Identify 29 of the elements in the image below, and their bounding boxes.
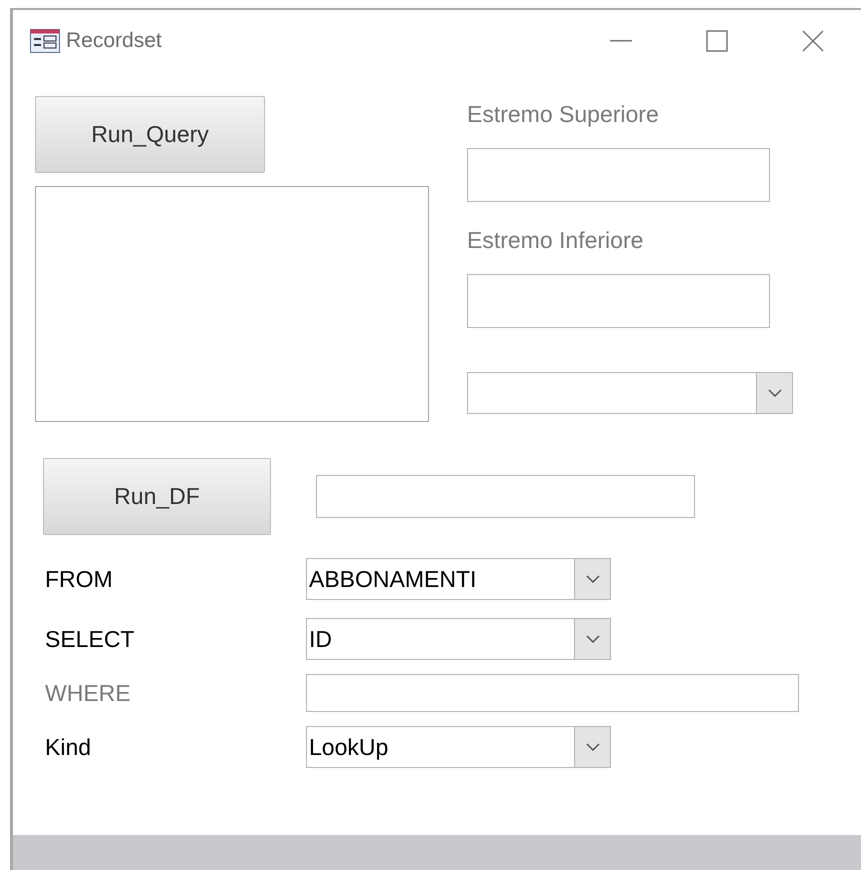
input-field[interactable] <box>306 674 799 712</box>
input-field[interactable] <box>467 274 770 328</box>
field-label: Estremo Superiore <box>467 100 660 128</box>
input-field[interactable] <box>467 148 770 202</box>
combo-box[interactable] <box>467 372 793 414</box>
field-label: WHERE <box>44 679 132 707</box>
caret-icon <box>586 634 600 644</box>
run-query-button[interactable]: Run_Query <box>35 96 265 173</box>
field-label: Kind <box>44 733 92 761</box>
caret-icon <box>586 574 600 584</box>
form-icon <box>30 29 60 53</box>
dropdown-button[interactable] <box>574 559 610 599</box>
combo-box[interactable]: LookUp <box>306 726 611 768</box>
caret-icon <box>586 742 600 752</box>
field-label: FROM <box>44 565 114 593</box>
minimize-icon <box>610 40 632 42</box>
dropdown-button[interactable] <box>574 727 610 767</box>
run-df-button[interactable]: Run_DF <box>43 458 271 535</box>
caret-icon <box>768 388 782 398</box>
window-title: Recordset <box>66 28 162 54</box>
field-label: Estremo Inferiore <box>467 226 644 254</box>
field-label: SELECT <box>44 625 136 653</box>
dropdown-button[interactable] <box>574 619 610 659</box>
combo-box[interactable]: ABBONAMENTI <box>306 558 611 600</box>
maximize-icon <box>706 30 728 52</box>
combo-box[interactable]: ID <box>306 618 611 660</box>
dropdown-button[interactable] <box>756 373 792 413</box>
text-field[interactable] <box>316 475 695 518</box>
close-icon <box>801 29 825 53</box>
